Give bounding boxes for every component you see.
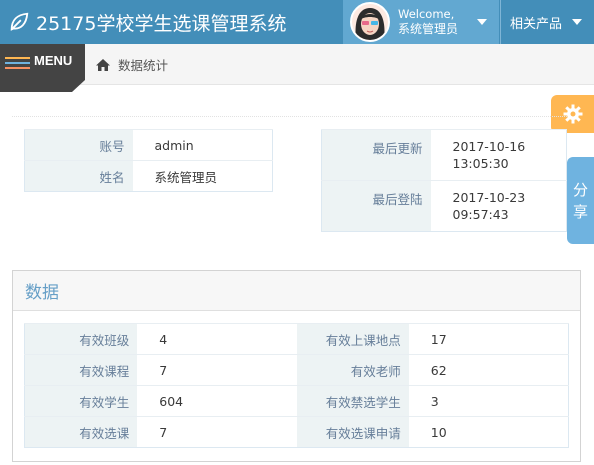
menu-toggle[interactable]: MENU	[0, 44, 85, 92]
widget-title: 数据	[25, 283, 59, 303]
stat-label: 有效班级	[24, 323, 138, 355]
share-label: 分享	[572, 180, 588, 221]
table-row: 账号 admin	[24, 129, 273, 161]
table-row: 有效班级 4 有效上课地点 17	[24, 323, 569, 355]
table-row: 最后更新 2017-10-16 13:05:30	[321, 129, 567, 181]
stat-value: 17	[408, 323, 569, 355]
stat-label: 有效选课	[24, 416, 138, 448]
table-row: 最后登陆 2017-10-23 09:57:43	[321, 180, 567, 232]
chevron-down-icon	[477, 19, 487, 25]
stat-label: 有效上课地点	[296, 323, 409, 355]
top-navbar: 25175学校学生选课管理系统 Welcome, 系统管理员 相关产品	[0, 0, 594, 44]
menu-label: MENU	[34, 53, 73, 68]
settings-button[interactable]	[551, 95, 594, 133]
last-update-time: 13:05:30	[452, 156, 509, 171]
stat-label: 有效禁选学生	[296, 385, 409, 417]
welcome-text: Welcome,	[398, 7, 455, 21]
user-menu[interactable]: Welcome, 系统管理员	[343, 0, 499, 44]
breadcrumb-current: 数据统计	[118, 58, 169, 73]
name-label: 姓名	[24, 160, 133, 192]
related-products-menu[interactable]: 相关产品	[500, 0, 594, 44]
stats-widget: 数据 有效班级 4 有效上课地点 17 有效课程 7 有效老师 62 有效学生 …	[12, 270, 581, 462]
stat-value: 4	[137, 323, 297, 355]
stat-value: 62	[408, 354, 569, 386]
gear-icon	[563, 104, 582, 124]
last-update-date: 2017-10-16	[452, 139, 526, 154]
user-info: Welcome, 系统管理员	[398, 7, 458, 37]
brand[interactable]: 25175学校学生选课管理系统	[8, 0, 286, 44]
last-login-date: 2017-10-23	[452, 190, 526, 205]
stat-value: 7	[137, 354, 297, 386]
last-login-label: 最后登陆	[321, 180, 431, 232]
stat-label: 有效选课申请	[296, 416, 409, 448]
leaf-icon	[10, 12, 29, 31]
last-update-label: 最后更新	[321, 129, 431, 181]
stat-value: 7	[137, 416, 297, 448]
account-label: 账号	[24, 129, 133, 161]
divider	[12, 116, 567, 117]
stat-value: 604	[137, 385, 297, 417]
share-button[interactable]: 分享	[567, 157, 594, 244]
breadcrumb-bar	[0, 44, 594, 85]
activity-table: 最后更新 2017-10-16 13:05:30 最后登陆 2017-10-23…	[321, 129, 567, 232]
stat-label: 有效课程	[24, 354, 138, 386]
last-login-value: 2017-10-23 09:57:43	[430, 180, 567, 232]
menu-icon	[5, 57, 30, 72]
last-update-value: 2017-10-16 13:05:30	[430, 129, 567, 181]
stat-label: 有效学生	[24, 385, 138, 417]
last-login-time: 09:57:43	[452, 207, 509, 222]
account-table: 账号 admin 姓名 系统管理员	[24, 129, 273, 192]
stat-value: 10	[408, 416, 569, 448]
table-row: 有效学生 604 有效禁选学生 3	[24, 385, 569, 417]
name-value: 系统管理员	[132, 160, 273, 192]
stats-table: 有效班级 4 有效上课地点 17 有效课程 7 有效老师 62 有效学生 604…	[24, 323, 569, 448]
stat-value: 3	[408, 385, 569, 417]
chevron-down-icon	[572, 19, 582, 25]
account-value: admin	[132, 129, 273, 161]
widget-header: 数据	[13, 271, 580, 311]
home-icon[interactable]	[95, 58, 111, 72]
stat-label: 有效老师	[296, 354, 409, 386]
username: 系统管理员	[398, 22, 459, 36]
breadcrumb: 数据统计	[95, 55, 168, 74]
table-row: 有效课程 7 有效老师 62	[24, 354, 569, 386]
table-row: 姓名 系统管理员	[24, 160, 273, 192]
avatar	[350, 2, 390, 42]
related-products-label: 相关产品	[510, 16, 563, 32]
app-title: 25175学校学生选课管理系统	[36, 12, 287, 35]
table-row: 有效选课 7 有效选课申请 10	[24, 416, 569, 448]
